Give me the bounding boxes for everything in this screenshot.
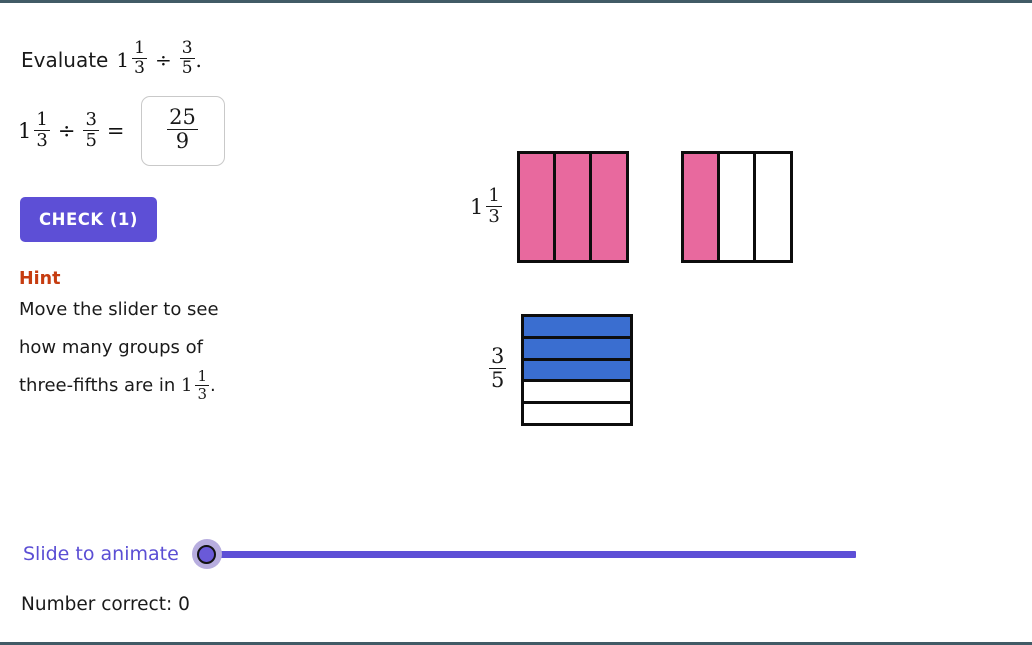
divisor-square-1-cell-4 bbox=[524, 379, 631, 402]
dividend-square-2 bbox=[680, 151, 793, 263]
divisor-diagram-label: 3 5 bbox=[489, 344, 507, 393]
activity-canvas: Evaluate 1 1 3 ÷ 3 5 . 1 1 3 ÷ 3 5 = 25 … bbox=[0, 0, 1032, 645]
slider-track[interactable] bbox=[203, 550, 856, 558]
animation-slider[interactable] bbox=[191, 538, 856, 570]
slider-label: Slide to animate bbox=[23, 543, 179, 565]
dividend-square-2-cell-3 bbox=[753, 154, 790, 260]
divisor-square-1-cell-3 bbox=[524, 357, 631, 380]
animation-slider-row: Slide to animate bbox=[23, 538, 856, 570]
divisor-square-1-cell-2 bbox=[524, 335, 631, 358]
dividend-diagram: 1 1 3 bbox=[470, 151, 793, 263]
slider-thumb[interactable] bbox=[191, 539, 222, 569]
dividend-square-1-cell-1 bbox=[519, 154, 554, 260]
dividend-diagram-label: 1 1 3 bbox=[470, 184, 502, 227]
score-text: Number correct: 0 bbox=[21, 594, 190, 615]
dividend-square-2-cell-1 bbox=[683, 154, 718, 260]
slider-thumb-knob[interactable] bbox=[197, 544, 217, 564]
divisor-square-1-cell-1 bbox=[524, 317, 631, 336]
dividend-square-1-cell-3 bbox=[589, 154, 626, 260]
dividend-square-2-cell-2 bbox=[717, 154, 754, 260]
dividend-square-1 bbox=[516, 151, 629, 263]
divisor-square-1 bbox=[521, 314, 634, 426]
divisor-square-1-cell-5 bbox=[524, 401, 631, 423]
dividend-square-1-cell-2 bbox=[553, 154, 590, 260]
divisor-diagram: 3 5 bbox=[488, 314, 634, 426]
